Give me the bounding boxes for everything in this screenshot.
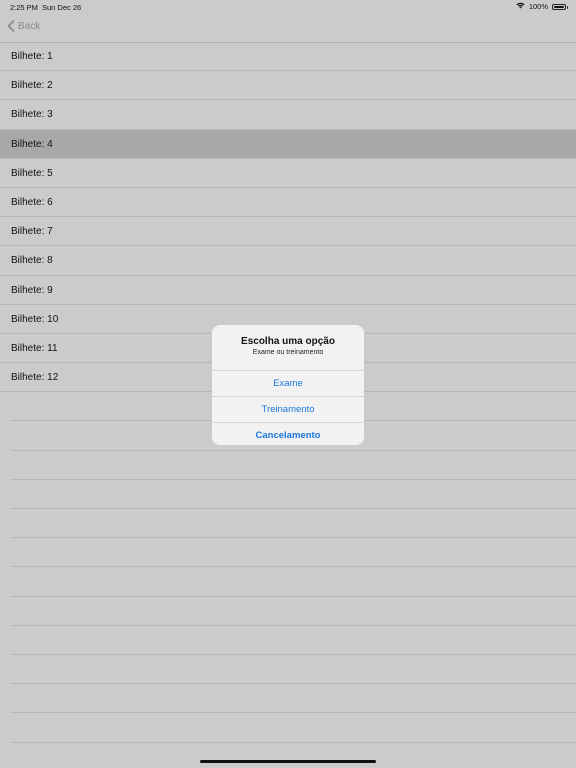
home-indicator[interactable] [200, 760, 376, 763]
list-item-ticket-3[interactable]: Bilhete: 3 [0, 100, 576, 130]
cancel-button[interactable]: Cancelamento [212, 422, 364, 445]
list-item-ticket-9[interactable]: Bilhete: 9 [0, 276, 576, 305]
empty-row [11, 655, 576, 685]
empty-row [11, 626, 576, 655]
battery-icon [552, 3, 568, 10]
list-item-ticket-6[interactable]: Bilhete: 6 [0, 188, 576, 218]
back-label: Back [18, 20, 41, 32]
empty-row [11, 451, 576, 480]
battery-percent: 100% [528, 2, 548, 11]
empty-row [11, 743, 576, 768]
list-item-ticket-5[interactable]: Bilhete: 5 [0, 159, 576, 188]
option-alert: Escolha uma opção Exame ou treinamento E… [212, 325, 364, 445]
back-button[interactable]: Back [7, 20, 40, 32]
status-time: 2:25 PM [10, 3, 38, 12]
list-item-label: Bilhete: 11 [11, 342, 58, 354]
exam-button[interactable]: Exame [212, 370, 364, 396]
list-item-label: Bilhete: 12 [11, 372, 59, 384]
empty-row [11, 713, 576, 743]
list-item-ticket-8[interactable]: Bilhete: 8 [0, 246, 576, 276]
list-item-label: Bilhete: 4 [11, 138, 53, 150]
list-item-ticket-2[interactable]: Bilhete: 2 [0, 71, 576, 101]
list-item-label: Bilhete: 2 [11, 80, 53, 92]
status-right: 100% [516, 2, 568, 11]
status-bar: 2:25 PM Sun Dec 26 100% [0, 0, 576, 14]
alert-title: Escolha uma opção [241, 336, 335, 347]
list-item-label: Bilhete: 1 [11, 51, 53, 62]
list-item-ticket-7[interactable]: Bilhete: 7 [0, 217, 576, 247]
screen: 2:25 PM Sun Dec 26 100% Back Bilhete: 1 … [0, 0, 576, 768]
empty-row [11, 684, 576, 714]
list-item-label: Bilhete: 3 [11, 109, 53, 121]
empty-row [11, 597, 576, 626]
list-item-label: Bilhete: 9 [11, 284, 53, 296]
list-item-ticket-4[interactable]: Bilhete: 4 [0, 129, 576, 159]
list-item-label: Bilhete: 6 [11, 196, 53, 208]
chevron-left-icon [7, 20, 15, 32]
alert-message: Exame ou treinamento [252, 349, 324, 356]
battery-fill [554, 5, 564, 8]
empty-row [11, 509, 576, 539]
list-item-label: Bilhete: 10 [11, 313, 59, 325]
alert-header: Escolha uma opção Exame ou treinamento [212, 325, 364, 370]
navigation-bar: Back [0, 14, 576, 43]
list-item-label: Bilhete: 7 [11, 226, 53, 238]
empty-row [11, 480, 576, 509]
empty-row [11, 567, 576, 597]
wifi-icon [516, 2, 525, 11]
training-button[interactable]: Treinamento [212, 396, 364, 422]
list-item-label: Bilhete: 5 [11, 167, 53, 179]
list-item-ticket-1[interactable]: Bilhete: 1 [0, 42, 576, 72]
empty-row [11, 538, 576, 568]
list-item-label: Bilhete: 8 [11, 255, 53, 267]
status-date: Sun Dec 26 [42, 3, 82, 12]
